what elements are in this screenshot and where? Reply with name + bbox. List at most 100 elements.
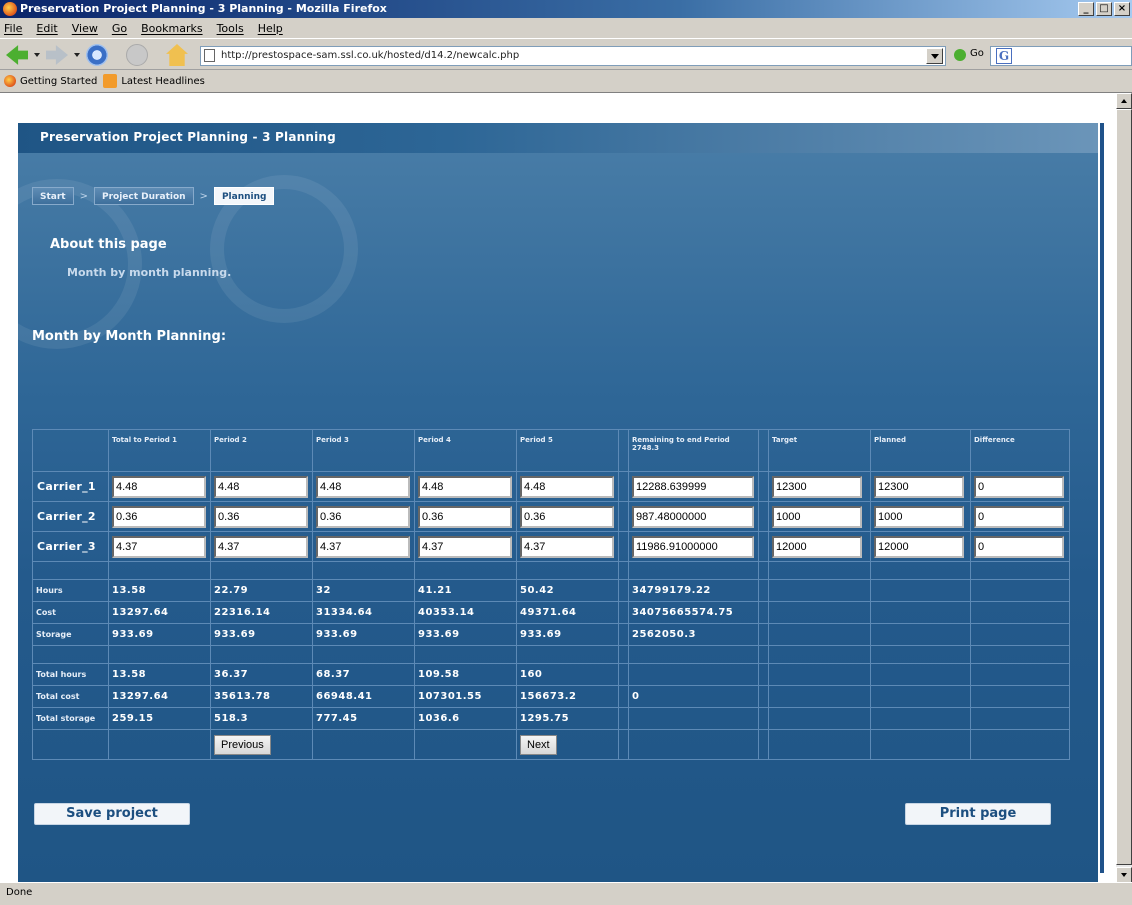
table-row: Total hours 13.58 36.37 68.37 109.58 160 <box>32 663 1070 686</box>
carrier-remaining-input[interactable] <box>632 505 754 528</box>
breadcrumb-project-duration[interactable]: Project Duration <box>94 187 194 205</box>
table-cell <box>618 601 629 624</box>
carrier-planned-input[interactable] <box>874 505 964 528</box>
carrier-planned-input[interactable] <box>874 535 964 558</box>
back-history-dropdown-icon[interactable] <box>34 53 40 57</box>
menu-edit[interactable]: Edit <box>36 22 57 35</box>
table-cell <box>768 501 871 532</box>
forward-arrow-icon[interactable] <box>46 45 68 65</box>
carrier-remaining-input[interactable] <box>632 535 754 558</box>
scroll-thumb[interactable] <box>1116 109 1132 865</box>
carrier-target-input[interactable] <box>772 535 862 558</box>
table-cell <box>628 531 759 562</box>
carrier-period-input[interactable] <box>520 505 614 528</box>
previous-button[interactable]: Previous <box>214 734 271 755</box>
reload-icon[interactable] <box>86 44 108 66</box>
carrier-period-input[interactable] <box>418 535 512 558</box>
table-cell <box>628 501 759 532</box>
table-cell <box>618 501 629 532</box>
breadcrumb-start[interactable]: Start <box>32 187 74 205</box>
planning-page: Preservation Project Planning - 3 Planni… <box>18 123 1098 883</box>
carrier-period-input[interactable] <box>316 535 410 558</box>
save-project-button[interactable]: Save project <box>34 803 190 825</box>
carrier-period-input[interactable] <box>316 475 410 498</box>
carrier-period-input[interactable] <box>418 475 512 498</box>
bookmark-latest-headlines[interactable]: Latest Headlines <box>103 74 205 88</box>
carrier-label: Carrier_1 <box>32 471 109 502</box>
table-header-cell <box>758 429 769 472</box>
row-label: Hours <box>32 579 109 602</box>
table-cell: 41.21 <box>414 579 517 602</box>
vertical-scrollbar[interactable] <box>1116 93 1132 883</box>
carrier-difference-input[interactable] <box>974 505 1064 528</box>
breadcrumb-separator-icon: > <box>199 190 208 202</box>
menu-bookmarks[interactable]: Bookmarks <box>141 22 202 35</box>
bookmarks-toolbar: Getting Started Latest Headlines <box>0 70 1132 92</box>
table-cell <box>312 531 415 562</box>
stop-icon[interactable] <box>126 44 148 66</box>
menu-help[interactable]: Help <box>258 22 283 35</box>
home-icon[interactable] <box>166 44 188 66</box>
scroll-up-icon[interactable] <box>1116 93 1132 109</box>
table-cell: 156673.2 <box>516 685 619 708</box>
carrier-period-input[interactable] <box>214 475 308 498</box>
carrier-period-input[interactable] <box>520 535 614 558</box>
carrier-period-input[interactable] <box>112 535 206 558</box>
carrier-difference-input[interactable] <box>974 535 1064 558</box>
carrier-remaining-input[interactable] <box>632 475 754 498</box>
table-cell: 22.79 <box>210 579 313 602</box>
menu-tools[interactable]: Tools <box>217 22 244 35</box>
table-cell <box>414 501 517 532</box>
table-row: Carrier_3 <box>32 531 1070 562</box>
table-cell <box>970 471 1070 502</box>
print-page-button[interactable]: Print page <box>905 803 1051 825</box>
scroll-down-icon[interactable] <box>1116 867 1132 883</box>
go-button[interactable]: Go <box>970 48 984 59</box>
address-dropdown-button[interactable] <box>926 48 943 64</box>
menu-view[interactable]: View <box>72 22 98 35</box>
column-header: Period 5 <box>516 429 619 472</box>
next-button[interactable]: Next <box>520 734 557 755</box>
carrier-target-input[interactable] <box>772 505 862 528</box>
carrier-period-input[interactable] <box>112 475 206 498</box>
carrier-planned-input[interactable] <box>874 475 964 498</box>
table-cell <box>970 531 1070 562</box>
menu-file[interactable]: File <box>4 22 22 35</box>
carrier-period-input[interactable] <box>112 505 206 528</box>
about-text: Month by month planning. <box>67 266 232 279</box>
carrier-period-input[interactable] <box>520 475 614 498</box>
back-arrow-icon[interactable] <box>6 45 28 65</box>
table-cell: 66948.41 <box>312 685 415 708</box>
carrier-period-input[interactable] <box>214 535 308 558</box>
table-cell <box>628 663 759 686</box>
table-row: Carrier_2 <box>32 501 1070 532</box>
google-search-icon[interactable]: G <box>996 48 1012 64</box>
firefox-logo-icon <box>3 2 17 16</box>
column-header: Total to Period 1 <box>108 429 211 472</box>
breadcrumb-planning[interactable]: Planning <box>213 187 275 205</box>
table-cell: 34799179.22 <box>628 579 759 602</box>
table-cell: Next <box>516 729 619 760</box>
maximize-button[interactable]: □ <box>1096 2 1112 16</box>
close-button[interactable]: × <box>1114 2 1130 16</box>
forward-history-dropdown-icon[interactable] <box>74 53 80 57</box>
go-icon[interactable] <box>954 49 966 61</box>
carrier-target-input[interactable] <box>772 475 862 498</box>
carrier-difference-input[interactable] <box>974 475 1064 498</box>
bookmark-getting-started[interactable]: Getting Started <box>4 75 97 87</box>
carrier-period-input[interactable] <box>316 505 410 528</box>
table-cell <box>516 471 619 502</box>
minimize-button[interactable]: _ <box>1078 2 1094 16</box>
table-cell: 22316.14 <box>210 601 313 624</box>
table-cell: Previous <box>210 729 313 760</box>
carrier-label: Carrier_2 <box>32 501 109 532</box>
menu-go[interactable]: Go <box>112 22 127 35</box>
table-cell <box>108 501 211 532</box>
carrier-period-input[interactable] <box>214 505 308 528</box>
page-icon <box>204 49 215 62</box>
table-cell: 933.69 <box>108 623 211 646</box>
table-cell <box>758 471 769 502</box>
address-bar[interactable]: http://prestospace-sam.ssl.co.uk/hosted/… <box>200 46 946 66</box>
about-heading: About this page <box>50 237 167 252</box>
carrier-period-input[interactable] <box>418 505 512 528</box>
